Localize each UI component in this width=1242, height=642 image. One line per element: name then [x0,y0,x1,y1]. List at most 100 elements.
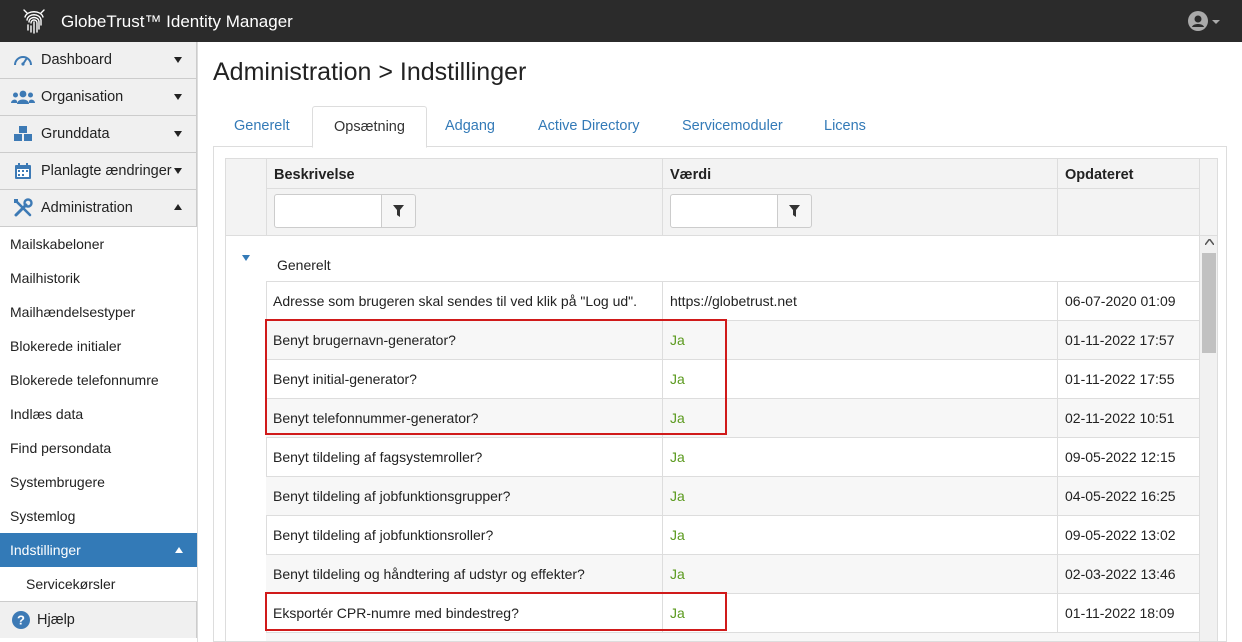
sidebar-item-grunddata[interactable]: Grunddata [0,116,197,153]
cell-vaerdi: Ja [662,594,1057,633]
tab-active-directory[interactable]: Active Directory [517,106,661,147]
filter-icon [393,205,404,217]
grid-scrollbar[interactable] [1199,236,1217,641]
column-vaerdi: Værdi [662,159,1057,236]
scrollbar-thumb[interactable] [1202,253,1216,353]
table-row[interactable]: Benyt tildeling af jobfunktionsroller? J… [266,515,1199,555]
cell-beskrivelse: Adresse som brugeren skal sendes til ved… [273,293,638,309]
sidebar: Dashboard Organisation Grunddata Planlag… [0,42,198,642]
table-row[interactable]: Benyt tildeling af fagsystemroller? Ja 0… [266,437,1199,477]
group-header-generelt: Generelt [277,257,331,273]
fingerprint-logo-icon [23,9,45,34]
cell-beskrivelse: Eksportér CPR-numre med bindestreg? [273,605,519,621]
settings-panel: Beskrivelse Værdi Opdateret Generelt Adr… [213,147,1227,642]
tab-generelt[interactable]: Generelt [213,106,311,147]
cell-opdateret: 01-11-2022 18:09 [1057,594,1199,633]
table-row[interactable]: Adresse som brugeren skal sendes til ved… [266,281,1199,321]
filter-beskrivelse-button[interactable] [381,194,416,228]
gauge-icon [11,50,35,70]
question-circle-icon: ? [12,611,30,629]
chevron-down-icon [174,94,182,100]
user-menu[interactable] [1188,11,1220,31]
column-header-vaerdi[interactable]: Værdi [670,167,711,183]
table-row[interactable]: Benyt tildeling og håndtering af udstyr … [266,554,1199,594]
chevron-down-icon [1212,20,1220,24]
filter-vaerdi-input[interactable] [670,194,778,228]
table-row[interactable]: Benyt telefonnummer-generator? Ja 02-11-… [266,398,1199,438]
cell-vaerdi: Ja [662,399,1057,438]
sidebar-item-label: Indstillinger [10,542,81,558]
sidebar-item-blokerede-initialer[interactable]: Blokerede initialer [0,329,197,363]
tab-opsaetning[interactable]: Opsætning [312,106,427,148]
sidebar-item-planlagte-aendringer[interactable]: Planlagte ændringer [0,153,197,190]
group-collapse-toggle-icon[interactable] [242,255,250,261]
cell-beskrivelse: Benyt brugernavn-generator? [273,332,456,348]
table-row[interactable]: Benyt tildeling af jobfunktionsgrupper? … [266,476,1199,516]
cell-beskrivelse: Benyt tildeling af jobfunktionsgrupper? [273,488,511,504]
sidebar-item-find-persondata[interactable]: Find persondata [0,431,197,465]
chevron-down-icon [174,57,182,63]
scroll-up-arrow-icon[interactable] [1205,239,1214,245]
cell-opdateret: 02-11-2022 10:51 [1057,399,1199,438]
column-header-opdateret[interactable]: Opdateret [1065,167,1134,183]
tab-licens[interactable]: Licens [803,106,887,147]
table-row[interactable]: Eksportér CPR-numre med bindestreg? Ja 0… [266,593,1199,633]
cell-opdateret: 06-07-2020 01:09 [1057,282,1199,321]
sidebar-item-blokerede-telefonnumre[interactable]: Blokerede telefonnumre [0,363,197,397]
cell-vaerdi: Ja [662,477,1057,516]
cell-vaerdi: Ja [662,321,1057,360]
table-row[interactable]: Benyt brugernavn-generator? Ja 01-11-202… [266,320,1199,360]
tab-adgang[interactable]: Adgang [424,106,516,147]
cell-beskrivelse: Benyt tildeling af fagsystemroller? [273,449,483,465]
chevron-down-icon [174,168,182,174]
sidebar-item-systembrugere[interactable]: Systembrugere [0,465,197,499]
cell-vaerdi: Ja [662,516,1057,555]
column-header-beskrivelse[interactable]: Beskrivelse [274,167,355,183]
column-beskrivelse: Beskrivelse [266,159,662,236]
cell-vaerdi: Ja [662,438,1057,477]
cell-beskrivelse: Benyt telefonnummer-generator? [273,410,479,426]
page-title: Administration > Indstillinger [213,58,527,86]
settings-grid: Beskrivelse Værdi Opdateret Generelt Adr… [225,158,1218,641]
cell-vaerdi: Ja [662,555,1057,594]
cell-opdateret: 01-11-2022 17:55 [1057,360,1199,399]
sidebar-item-indstillinger[interactable]: Indstillinger [0,533,197,567]
chevron-down-icon [174,131,182,137]
column-opdateret: Opdateret [1057,159,1199,236]
sidebar-item-hjaelp[interactable]: ? Hjælp [0,601,197,638]
cell-opdateret: 04-05-2022 16:25 [1057,477,1199,516]
grid-header: Beskrivelse Værdi Opdateret [226,159,1199,236]
cell-beskrivelse: Benyt tildeling af jobfunktionsroller? [273,527,494,543]
cell-opdateret: 09-05-2022 13:02 [1057,516,1199,555]
calendar-icon [11,161,35,181]
user-avatar-icon [1188,11,1208,31]
sidebar-item-mailskabeloner[interactable]: Mailskabeloner [0,227,197,261]
users-icon [11,87,35,107]
cubes-icon [11,124,35,144]
filter-vaerdi-button[interactable] [777,194,812,228]
tab-bar: Generelt Opsætning Adgang Active Directo… [213,106,1227,148]
cell-vaerdi: Ja [662,360,1057,399]
sidebar-item-indlaes-data[interactable]: Indlæs data [0,397,197,431]
table-row[interactable]: Benyt initial-generator? Ja 01-11-2022 1… [266,359,1199,399]
filter-beskrivelse-input[interactable] [274,194,382,228]
cell-beskrivelse: Benyt tildeling og håndtering af udstyr … [273,566,585,582]
table-row[interactable] [266,632,1199,641]
chevron-up-icon [174,204,182,210]
cell-vaerdi: https://globetrust.net [662,282,1057,321]
sidebar-item-mailhaendelsestyper[interactable]: Mailhændelsestyper [0,295,197,329]
chevron-up-icon [175,547,183,553]
cell-beskrivelse: Benyt initial-generator? [273,371,417,387]
cell-opdateret: 01-11-2022 17:57 [1057,321,1199,360]
sidebar-item-organisation[interactable]: Organisation [0,79,197,116]
filter-icon [789,205,800,217]
sidebar-item-administration[interactable]: Administration [0,190,197,227]
tab-servicemoduler[interactable]: Servicemoduler [661,106,804,147]
sidebar-item-mailhistorik[interactable]: Mailhistorik [0,261,197,295]
top-bar: GlobeTrust™ Identity Manager [0,0,1242,42]
sidebar-item-dashboard[interactable]: Dashboard [0,42,197,79]
sidebar-item-servicekoersler[interactable]: Servicekørsler [0,567,197,601]
app-title: GlobeTrust™ Identity Manager [61,12,293,31]
tools-icon [11,198,35,218]
sidebar-item-systemlog[interactable]: Systemlog [0,499,197,533]
